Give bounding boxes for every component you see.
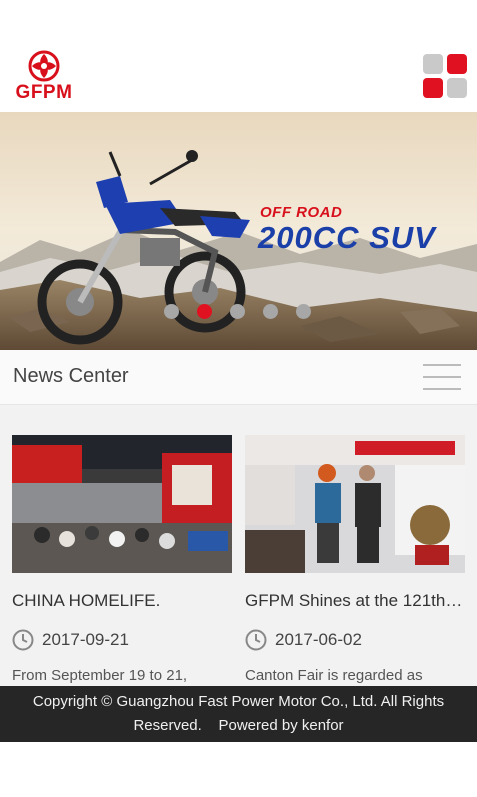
news-list: CHINA HOMELIFE. 2017-09-21 From Septembe… [0, 405, 477, 687]
news-excerpt: From September 19 to 21, [12, 667, 188, 684]
site-header: GFPM [0, 40, 477, 112]
clock-icon [245, 629, 267, 651]
news-date: 2017-09-21 [12, 627, 232, 653]
gfpm-swirl-logo-icon [28, 50, 60, 82]
news-center-header: News Center [0, 350, 477, 405]
carousel-dot[interactable] [230, 304, 245, 319]
carousel-pagination [164, 304, 311, 320]
page: GFPM OFF ROAD 200CC SUV News Center CHIN… [0, 0, 477, 797]
grid-cell [423, 54, 443, 74]
logo-text: GFPM [15, 82, 73, 103]
menu-line [423, 364, 461, 366]
news-card[interactable]: CHINA HOMELIFE. 2017-09-21 From Septembe… [12, 435, 232, 684]
carousel-dot[interactable] [164, 304, 179, 319]
site-footer: Copyright © Guangzhou Fast Power Motor C… [0, 686, 477, 742]
clock-icon [12, 629, 34, 651]
logo[interactable]: GFPM [12, 50, 76, 106]
news-thumbnail[interactable] [245, 435, 465, 573]
section-title: News Center [13, 365, 129, 387]
menu-line [423, 388, 461, 390]
news-title[interactable]: GFPM Shines at the 121th Canton Fair [245, 591, 465, 611]
news-date: 2017-06-02 [245, 627, 465, 653]
banner-carousel[interactable]: OFF ROAD 200CC SUV [0, 112, 477, 350]
grid-menu-icon[interactable] [423, 54, 467, 98]
carousel-dot[interactable] [296, 304, 311, 319]
banner-subtitle: OFF ROAD [260, 204, 343, 221]
news-date-text: 2017-06-02 [275, 630, 362, 649]
news-thumbnail[interactable] [12, 435, 232, 573]
powered-by-text[interactable]: Powered by kenfor [218, 717, 343, 734]
carousel-dot[interactable] [263, 304, 278, 319]
banner-title: 200CC SUV [258, 220, 436, 255]
news-card[interactable]: GFPM Shines at the 121th Canton Fair 201… [245, 435, 465, 684]
menu-line [423, 376, 461, 378]
hamburger-menu-icon[interactable] [423, 364, 461, 390]
news-date-text: 2017-09-21 [42, 630, 129, 649]
grid-cell [447, 78, 467, 98]
carousel-dot-active[interactable] [197, 304, 212, 319]
news-excerpt: Canton Fair is regarded as [245, 667, 423, 684]
grid-cell [423, 78, 443, 98]
grid-cell [447, 54, 467, 74]
news-title[interactable]: CHINA HOMELIFE. [12, 591, 232, 611]
